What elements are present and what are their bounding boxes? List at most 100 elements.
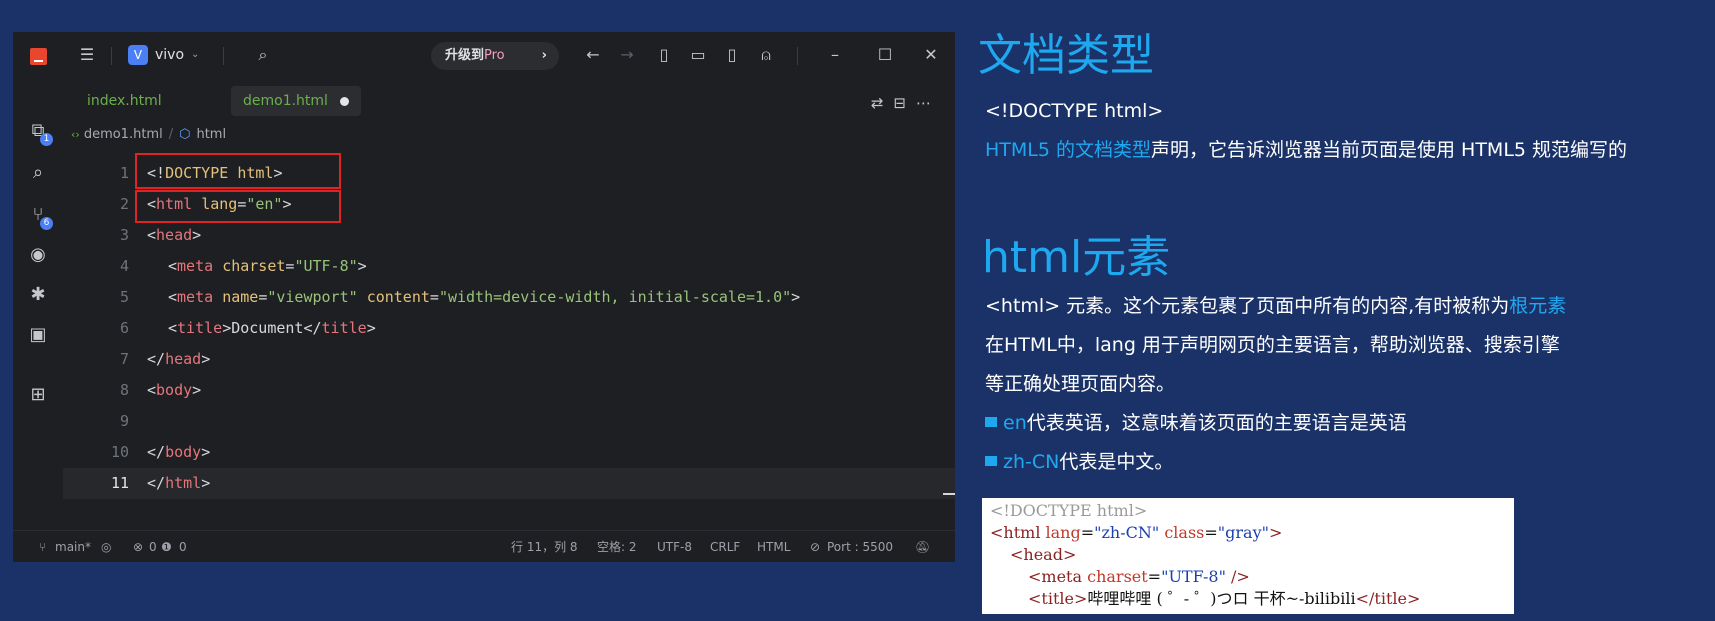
split-editor-icon[interactable]: ⊟ xyxy=(893,94,916,112)
breadcrumb-separator: / xyxy=(168,127,174,142)
code-text: <meta name="viewport" content="width=dev… xyxy=(168,288,801,306)
line-number: 11 xyxy=(110,474,129,492)
code-snippet-image: <!DOCTYPE html> <html lang="zh-CN" class… xyxy=(982,498,1514,614)
snippet-line: <!DOCTYPE html> xyxy=(990,501,1148,520)
activity-bar: ⧉ 1 ⌕ ⑂ 6 ◉ ✱ ▣ ⊞ xyxy=(13,80,63,530)
bullet-en-text: 代表英语，这意味着该页面的主要语言是英语 xyxy=(1026,412,1407,434)
divider xyxy=(111,47,112,65)
account-icon[interactable]: ⍝ xyxy=(756,45,776,65)
search-icon[interactable]: ⌕ xyxy=(25,160,51,186)
indentation[interactable]: 空格: 2 xyxy=(597,531,637,562)
menu-icon[interactable]: ☰ xyxy=(77,45,97,65)
forward-arrow-icon[interactable]: → xyxy=(617,45,637,65)
line-ending[interactable]: CRLF xyxy=(710,531,740,562)
more-icon[interactable]: ⋯ xyxy=(916,94,941,112)
arrow-right-icon: › xyxy=(541,48,547,63)
code-area[interactable]: 1 <!DOCTYPE html> 2 <html lang="en"> 3 <… xyxy=(63,153,955,522)
notifications-icon[interactable]: 🔕︎ xyxy=(915,531,930,562)
line-number: 3 xyxy=(119,226,129,244)
chevron-down-icon[interactable]: ⌄ xyxy=(191,45,199,65)
language-mode[interactable]: HTML xyxy=(757,531,790,562)
explorer-icon[interactable]: ⧉ 1 xyxy=(25,118,53,146)
html-element-para1: <html> 元素。这个元素包裹了页面中所有的内容,有时被称为根元素 xyxy=(985,292,1566,320)
code-text: </html> xyxy=(147,474,211,492)
line-number: 4 xyxy=(119,257,129,275)
code-text: <head> xyxy=(147,226,202,244)
close-icon[interactable]: ✕ xyxy=(921,45,941,65)
cursor-position[interactable]: 行 11，列 8 xyxy=(511,531,578,562)
port-icon[interactable]: ⊘ xyxy=(810,531,820,562)
highlight-box-doctype xyxy=(135,153,341,189)
branch-icon[interactable]: ⑂ xyxy=(39,531,46,562)
remote-icon[interactable]: ▣ xyxy=(25,322,51,348)
maximize-icon[interactable]: ☐ xyxy=(875,45,895,65)
minimize-icon[interactable]: – xyxy=(825,45,845,65)
source-control-icon[interactable]: ⑂ 6 xyxy=(25,202,53,230)
para1-text: <html> 元素。这个元素包裹了页面中所有的内容,有时被称为 xyxy=(985,295,1510,317)
toggle-sidebar-icon[interactable]: ▯ xyxy=(654,45,674,65)
description-text: 声明，它告诉浏览器当前页面是使用 HTML5 规范编写的 xyxy=(1151,139,1628,161)
extensions-icon[interactable]: ⊞ xyxy=(25,382,51,408)
branch-name[interactable]: main* xyxy=(55,531,91,562)
unsaved-dot-icon xyxy=(339,96,349,106)
line-number: 10 xyxy=(110,443,129,461)
line-number: 5 xyxy=(119,288,129,306)
toggle-secondary-sidebar-icon[interactable]: ▯ xyxy=(722,45,742,65)
live-server-port[interactable]: Port : 5500 xyxy=(827,531,893,562)
scrollbar-marker[interactable] xyxy=(943,493,955,495)
workspace-name[interactable]: vivo xyxy=(155,45,184,65)
snippet-line: <meta charset="UTF-8" /> xyxy=(1028,567,1250,586)
title-bar: ☰ V vivo ⌄ ⌕ 升级到Pro › ← → ▯ ▭ ▯ ⍝ – ☐ ✕ xyxy=(13,32,955,80)
explorer-badge: 1 xyxy=(40,133,53,146)
bullet-zh-cn: zh-CN代表是中文。 xyxy=(985,448,1173,476)
workspace-avatar[interactable]: V xyxy=(128,45,148,65)
app-logo xyxy=(30,48,47,65)
pro-label: Pro xyxy=(484,48,505,63)
source-control-badge: 6 xyxy=(40,217,53,230)
warning-icon[interactable]: ❶ xyxy=(161,531,172,562)
warning-count[interactable]: 0 xyxy=(179,531,187,562)
code-text: </head> xyxy=(147,350,211,368)
code-line: 10 </body> xyxy=(63,437,955,468)
code-line: 8 <body> xyxy=(63,375,955,406)
root-element-accent: 根元素 xyxy=(1509,295,1567,317)
line-number: 6 xyxy=(119,319,129,337)
debug-icon[interactable]: ✱ xyxy=(25,282,51,308)
code-line-current: 11 </html> xyxy=(63,468,955,499)
line-number: 8 xyxy=(119,381,129,399)
bullet-en: en代表英语，这意味着该页面的主要语言是英语 xyxy=(985,409,1407,437)
doctype-example: <!DOCTYPE html> xyxy=(985,100,1164,122)
snippet-line: <title>哔哩哔哩 ( ゜- ゜)つロ 干杯~-bilibili</titl… xyxy=(1028,589,1421,608)
code-line: 4 <meta charset="UTF-8"> xyxy=(63,251,955,282)
breadcrumb-file[interactable]: demo1.html xyxy=(84,127,163,142)
html-element-para2: 在HTML中，lang 用于声明网页的主要语言，帮助浏览器、搜索引擎 xyxy=(985,334,1560,356)
upgrade-pro-button[interactable]: 升级到Pro › xyxy=(431,42,559,70)
preview-icon[interactable]: ◉ xyxy=(25,242,51,268)
compare-icon[interactable]: ⇄ xyxy=(871,94,894,112)
html-element-para3: 等正确处理页面内容。 xyxy=(985,373,1176,395)
toggle-panel-icon[interactable]: ▭ xyxy=(688,45,708,65)
tab-label: demo1.html xyxy=(243,93,328,109)
code-text: </body> xyxy=(147,443,211,461)
heading-html-element: html元素 xyxy=(982,232,1171,283)
breadcrumb-node[interactable]: html xyxy=(196,127,226,142)
search-icon[interactable]: ⌕ xyxy=(253,45,273,65)
back-arrow-icon[interactable]: ← xyxy=(583,45,603,65)
code-line: 3 <head> xyxy=(63,220,955,251)
code-text: <title>Document</title> xyxy=(168,319,376,337)
encoding[interactable]: UTF-8 xyxy=(657,531,692,562)
tab-index-html[interactable]: ‹›index.html xyxy=(75,86,955,562)
divider xyxy=(797,47,798,65)
error-icon[interactable]: ⊗ xyxy=(133,531,143,562)
bullet-icon xyxy=(985,416,997,427)
error-count[interactable]: 0 xyxy=(149,531,157,562)
sync-icon[interactable]: ◎ xyxy=(101,531,111,562)
heading-doctype: 文档类型 xyxy=(978,30,1154,81)
tab-demo1-html[interactable]: ‹›demo1.html xyxy=(231,86,955,562)
breadcrumb: ‹› demo1.html / ⬡ html xyxy=(71,124,226,146)
highlight-box-html-lang xyxy=(135,190,341,223)
code-text: <meta charset="UTF-8"> xyxy=(168,257,367,275)
bullet-zh-accent: zh-CN xyxy=(1003,451,1060,473)
html-file-icon: ‹› xyxy=(71,128,80,141)
doctype-description: HTML5 的文档类型声明，它告诉浏览器当前页面是使用 HTML5 规范编写的 xyxy=(985,136,1627,164)
